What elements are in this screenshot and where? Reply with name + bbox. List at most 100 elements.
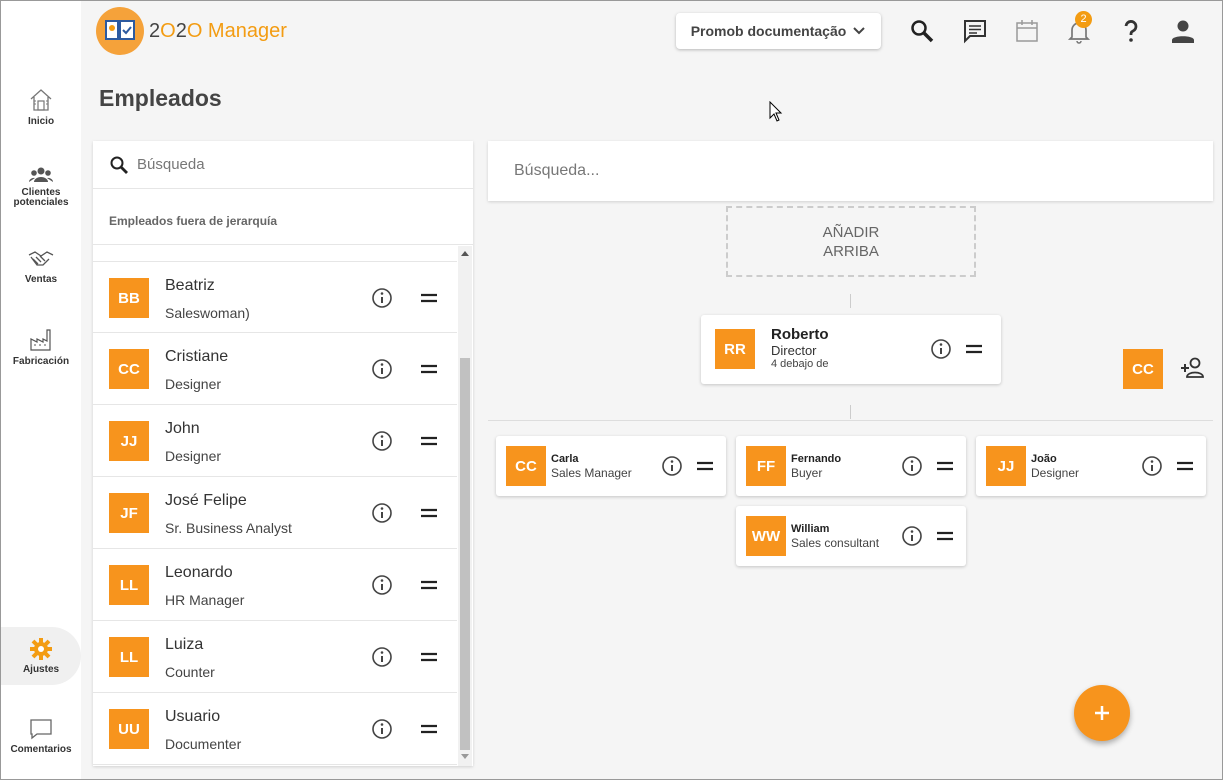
- avatar: WW: [746, 516, 786, 556]
- logo-icon: [96, 7, 144, 55]
- employee-name: Beatriz: [165, 277, 215, 294]
- employee-role: HR Manager: [165, 592, 245, 608]
- avatar: RR: [715, 329, 755, 369]
- add-person-icon[interactable]: [1180, 357, 1206, 379]
- help-icon[interactable]: [1118, 18, 1144, 44]
- handshake-icon: [28, 251, 54, 266]
- search-icon[interactable]: [909, 18, 935, 44]
- unassigned-employees-panel: Empleados fuera de jerarquía BB Beatriz Sa…: [93, 141, 473, 766]
- mouse-cursor-icon: [769, 101, 783, 122]
- user-account-icon[interactable]: [1170, 18, 1196, 44]
- employee-search-input[interactable]: [137, 156, 437, 173]
- drag-handle-icon[interactable]: [419, 575, 439, 595]
- nav-label: Ventas: [24, 274, 58, 285]
- employee-name: William: [791, 523, 830, 535]
- nav-item-comentarios[interactable]: Comentarios: [1, 717, 81, 755]
- employee-role: Saleswoman): [165, 305, 250, 321]
- info-icon[interactable]: [371, 358, 393, 380]
- divider: [488, 420, 1213, 421]
- info-icon[interactable]: [901, 525, 923, 547]
- drag-handle-icon[interactable]: [419, 288, 439, 308]
- employee-list-item[interactable]: JF José Felipe Sr. Business Analyst: [93, 477, 457, 549]
- nav-label: Fabricación: [12, 356, 70, 367]
- avatar: LL: [109, 565, 149, 605]
- root-employee-card[interactable]: RR Roberto Director 4 debajo de: [701, 315, 1001, 384]
- nav-item-clientes[interactable]: Clientes potenciales: [1, 165, 81, 208]
- nav-item-ajustes[interactable]: Ajustes: [1, 627, 81, 685]
- employee-role: Sr. Business Analyst: [165, 520, 292, 536]
- employee-role: Documenter: [165, 736, 242, 752]
- avatar: CC: [109, 349, 149, 389]
- add-above-dropzone[interactable]: AÑADIR ARRIBA: [726, 206, 976, 277]
- avatar: JJ: [986, 446, 1026, 486]
- subordinate-card[interactable]: WW William Sales consultant: [736, 506, 966, 566]
- gear-icon: [30, 638, 52, 660]
- employee-name: Roberto: [771, 326, 829, 343]
- hierarchy-search-bar: [488, 141, 1213, 201]
- drag-handle-icon[interactable]: [935, 456, 955, 476]
- current-user-avatar[interactable]: CC: [1123, 349, 1163, 389]
- chat-icon[interactable]: [962, 18, 988, 44]
- employee-role: Sales Manager: [551, 466, 632, 480]
- add-above-label-2: ARRIBA: [823, 242, 879, 260]
- info-icon[interactable]: [371, 718, 393, 740]
- employee-name: Fernando: [791, 453, 842, 465]
- info-icon[interactable]: [371, 574, 393, 596]
- subordinate-card[interactable]: JJ João Designer: [976, 436, 1206, 496]
- employee-list-item[interactable]: CC Cristiane Designer: [93, 333, 457, 405]
- drag-handle-icon[interactable]: [419, 431, 439, 451]
- nav-item-fabricacion[interactable]: Fabricación: [1, 327, 81, 367]
- info-icon[interactable]: [661, 455, 683, 477]
- subordinate-card[interactable]: CC Carla Sales Manager: [496, 436, 726, 496]
- nav-label: Inicio: [27, 116, 55, 127]
- documentation-dropdown[interactable]: Promob documentação: [676, 13, 881, 49]
- employee-list-item[interactable]: JJ John Designer: [93, 405, 457, 477]
- info-icon[interactable]: [371, 430, 393, 452]
- nav-item-inicio[interactable]: Inicio: [1, 87, 81, 127]
- scrollbar[interactable]: [458, 246, 472, 766]
- info-icon[interactable]: [371, 287, 393, 309]
- employee-name: Leonardo: [165, 564, 233, 581]
- info-icon[interactable]: [371, 502, 393, 524]
- employee-name: Cristiane: [165, 348, 229, 365]
- drag-handle-icon[interactable]: [419, 359, 439, 379]
- home-icon: [30, 89, 52, 111]
- avatar: JF: [109, 493, 149, 533]
- app-logo[interactable]: 2O2O Manager: [96, 7, 287, 55]
- info-icon[interactable]: [930, 338, 952, 360]
- calendar-icon[interactable]: [1014, 18, 1040, 44]
- drag-handle-icon[interactable]: [964, 339, 984, 359]
- hierarchy-search-input[interactable]: [514, 162, 1114, 180]
- employee-role: Designer: [1031, 466, 1080, 480]
- drag-handle-icon[interactable]: [419, 719, 439, 739]
- nav-item-ventas[interactable]: Ventas: [1, 247, 81, 285]
- employee-name: Usuario: [165, 708, 221, 725]
- scroll-thumb[interactable]: [460, 358, 470, 750]
- add-fab-button[interactable]: [1074, 685, 1130, 741]
- employee-list-item[interactable]: LL Leonardo HR Manager: [93, 549, 457, 621]
- employee-list-item[interactable]: LL Luiza Counter: [93, 621, 457, 693]
- info-icon[interactable]: [901, 455, 923, 477]
- people-icon: [28, 167, 54, 182]
- avatar: LL: [109, 637, 149, 677]
- nav-label: Clientes potenciales: [13, 187, 69, 208]
- subordinate-card[interactable]: FF Fernando Buyer: [736, 436, 966, 496]
- page-title: Empleados: [99, 85, 222, 111]
- employee-name: João: [1031, 453, 1057, 465]
- scroll-up-icon[interactable]: [461, 251, 469, 256]
- drag-handle-icon[interactable]: [695, 456, 715, 476]
- info-icon[interactable]: [371, 646, 393, 668]
- info-icon[interactable]: [1141, 455, 1163, 477]
- plus-icon: [1095, 706, 1109, 720]
- drag-handle-icon[interactable]: [1175, 456, 1195, 476]
- drag-handle-icon[interactable]: [935, 526, 955, 546]
- drag-handle-icon[interactable]: [419, 503, 439, 523]
- add-above-label-1: AÑADIR: [822, 223, 880, 241]
- employee-list-item[interactable]: UU Usuario Documenter: [93, 693, 457, 765]
- employee-list-item[interactable]: BB Beatriz Saleswoman): [93, 261, 457, 333]
- drag-handle-icon[interactable]: [419, 647, 439, 667]
- nav-label: Comentarios: [10, 744, 72, 755]
- avatar: BB: [109, 278, 149, 318]
- employee-role: Director: [771, 343, 817, 358]
- scroll-down-icon[interactable]: [461, 754, 469, 759]
